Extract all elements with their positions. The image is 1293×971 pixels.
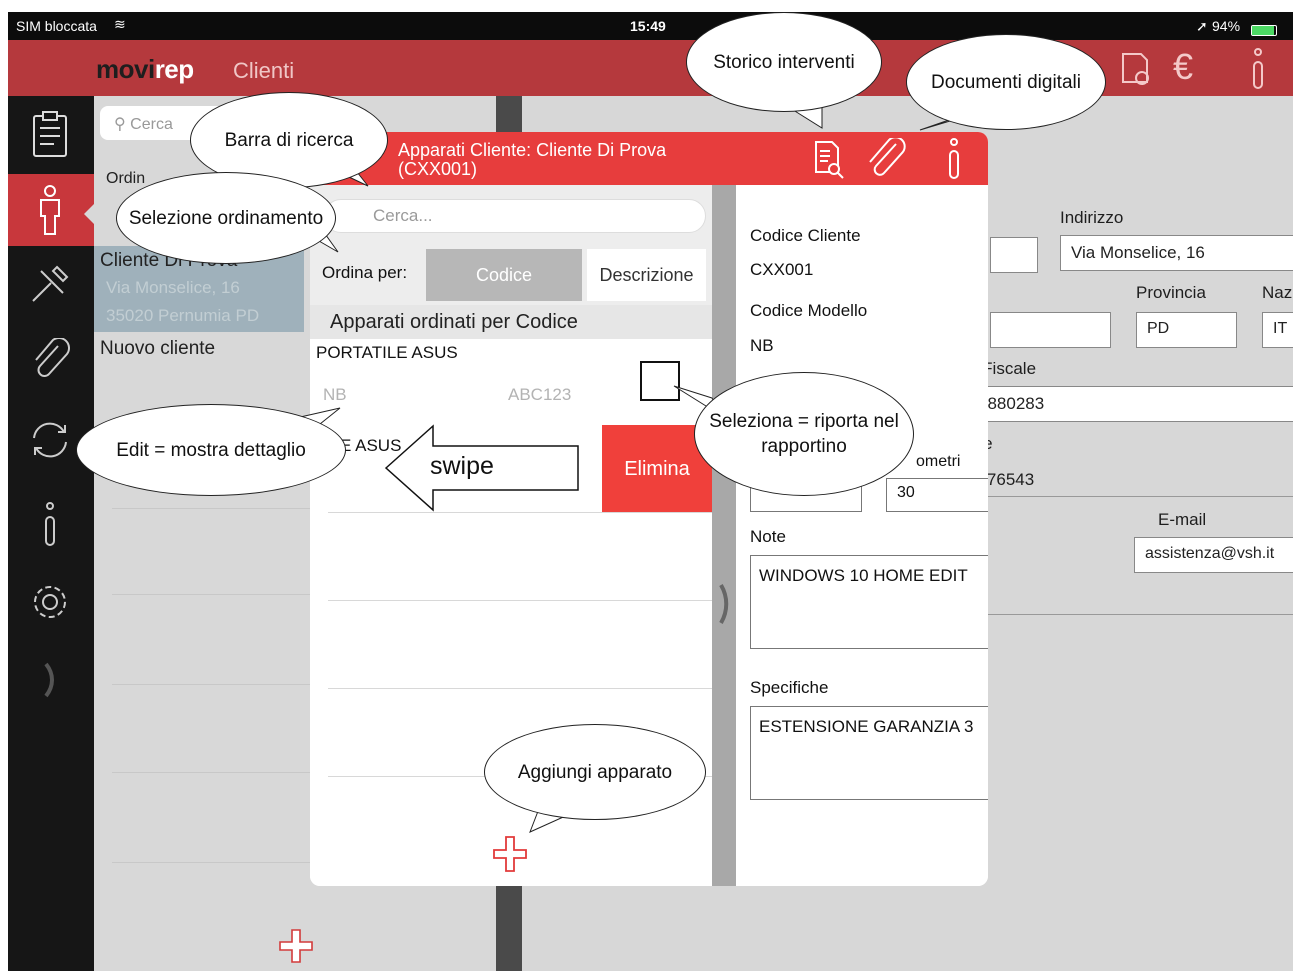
device-detail-pane: Codice Cliente CXX001 Codice Modello NB …	[736, 185, 988, 886]
clock: 15:49	[630, 18, 666, 34]
nazione-label: Naz	[1262, 283, 1293, 302]
indirizzo-label: Indirizzo	[1060, 208, 1124, 227]
callout-selezione: Selezione ordinamento	[116, 172, 336, 264]
email-label: E-mail	[1158, 510, 1207, 529]
specifiche-label: Specifiche	[750, 678, 829, 697]
side-rail	[8, 96, 94, 971]
app-title: Clienti	[233, 58, 295, 83]
device-model: NB	[323, 385, 347, 404]
info-rail-icon[interactable]	[24, 496, 76, 552]
provincia-field[interactable]: PD	[1136, 312, 1237, 348]
select-device-checkbox[interactable]	[640, 361, 680, 401]
km-field[interactable]: 30	[886, 478, 988, 512]
sort-option-descrizione[interactable]: Descrizione	[587, 249, 706, 301]
add-device-button[interactable]	[492, 835, 528, 873]
swipe-label: swipe	[430, 452, 494, 480]
field-partial[interactable]	[990, 237, 1038, 273]
clipboard-icon[interactable]	[24, 106, 76, 162]
wifi-icon: ≋	[114, 16, 126, 32]
email-field[interactable]: assistenza@vsh.it	[1134, 537, 1293, 573]
search-icon: ⚲	[114, 116, 131, 133]
sort-bar: Ordina per: Codice Descrizione	[310, 245, 712, 305]
tools-icon[interactable]	[24, 256, 76, 312]
history-report-icon[interactable]	[806, 138, 850, 180]
provincia-label: Provincia	[1136, 283, 1206, 302]
callout-aggiungi: Aggiungi apparato	[484, 724, 706, 820]
codice-cliente-label: Codice Cliente	[750, 226, 861, 245]
report-search-icon[interactable]	[1118, 50, 1154, 88]
sync-icon[interactable]	[24, 412, 76, 468]
status-bar: SIM bloccata ≋ 15:49 ➚ 94%	[8, 12, 1293, 40]
callout-edit: Edit = mostra dettaglio	[76, 404, 346, 496]
sort-option-codice[interactable]: Codice	[426, 249, 582, 301]
field-partial[interactable]	[990, 312, 1111, 348]
paperclip-icon[interactable]	[24, 332, 76, 388]
client-city: 35020 Pernumia PD	[106, 306, 260, 325]
field-underline	[968, 614, 1293, 615]
codice-cliente-value: CXX001	[750, 260, 814, 279]
device-serial: ABC123	[508, 385, 572, 404]
modal-header: Apparati Cliente: Cliente Di Prova (CXX0…	[310, 132, 988, 185]
rail-pointer	[84, 204, 94, 224]
settings-icon[interactable]	[24, 574, 76, 630]
list-header: Apparati ordinati per Codice	[310, 305, 712, 339]
specifiche-field[interactable]: ESTENSIONE GARANZIA 3	[750, 706, 988, 800]
client-sort-label: Ordin	[106, 170, 146, 187]
device-search-input[interactable]: Cerca...	[324, 199, 706, 233]
callout-seleziona: Seleziona = riporta nel rapportino	[694, 372, 914, 496]
codice-modello-value: NB	[750, 336, 774, 355]
modal-title: Apparati Cliente: Cliente Di Prova (CXX0…	[398, 140, 667, 179]
row-divider	[328, 512, 712, 513]
add-client-button[interactable]	[278, 928, 314, 964]
person-icon[interactable]	[24, 182, 76, 238]
callout-storico: Storico interventi	[686, 12, 882, 112]
fiscale-field[interactable]: 3880283	[968, 386, 1293, 422]
device-name[interactable]: E ASUS	[340, 436, 401, 456]
nazione-field[interactable]: IT	[1262, 312, 1293, 348]
note-field[interactable]: WINDOWS 10 HOME EDIT	[750, 555, 988, 649]
phone-underline	[968, 496, 1293, 497]
attachment-icon[interactable]	[864, 138, 908, 180]
pane-separator	[712, 185, 736, 886]
app-logo: movirep	[96, 54, 194, 84]
device-name[interactable]: PORTATILE ASUS	[316, 343, 458, 363]
km-label: ometri	[916, 453, 961, 470]
indirizzo-field[interactable]: Via Monselice, 16	[1060, 235, 1293, 271]
codice-modello-label: Codice Modello	[750, 301, 868, 320]
location-icon: ➚	[1196, 18, 1208, 34]
row-divider	[328, 600, 712, 601]
new-client-item[interactable]: Nuovo cliente	[100, 338, 215, 360]
carrier-label: SIM bloccata	[16, 18, 97, 34]
expand-chevron-icon[interactable]	[24, 652, 76, 708]
info-icon[interactable]	[932, 138, 976, 180]
note-label: Note	[750, 527, 786, 546]
sort-label: Ordina per:	[322, 263, 408, 282]
info-icon[interactable]	[1248, 48, 1268, 90]
row-divider	[328, 688, 712, 689]
euro-icon[interactable]: €	[1173, 46, 1193, 88]
chevron-right-icon	[719, 583, 729, 625]
battery-percent: 94%	[1212, 18, 1241, 34]
client-address: Via Monselice, 16	[106, 278, 240, 297]
callout-documenti: Documenti digitali	[906, 34, 1106, 130]
